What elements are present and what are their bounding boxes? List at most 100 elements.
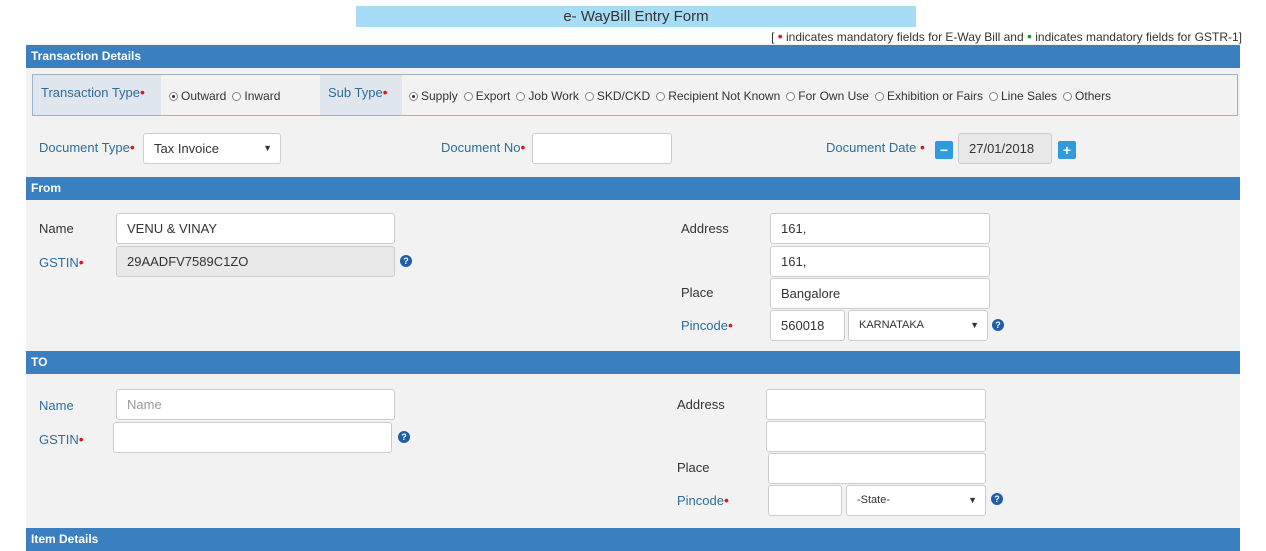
radio-line-sales[interactable]: Line Sales [989, 89, 1057, 103]
from-place-input[interactable]: Bangalore [770, 278, 990, 309]
radio-unchecked-icon[interactable] [516, 91, 526, 101]
radio-unchecked-icon[interactable] [874, 91, 884, 101]
document-no-label: Document No [441, 140, 521, 155]
radio-unchecked-icon[interactable] [232, 91, 242, 101]
to-pincode-label-wrap: Pincode• [677, 492, 729, 508]
legend-red-text: indicates mandatory fields for E-Way Bil… [786, 30, 1024, 44]
document-type-select[interactable]: Tax Invoice ▼ [143, 133, 281, 164]
radio-unchecked-icon[interactable] [989, 91, 998, 101]
from-name-input[interactable]: VENU & VINAY [116, 213, 395, 244]
radio-outward-label: Outward [181, 89, 227, 103]
radio-export[interactable]: Export [463, 89, 511, 103]
to-place-input[interactable] [768, 453, 986, 484]
caret-down-icon: ▼ [263, 143, 272, 153]
radio-unchecked-icon[interactable] [1063, 91, 1073, 101]
document-date-input[interactable]: 27/01/2018 [958, 133, 1052, 164]
from-gstin-input[interactable]: 29AADFV7589C1ZO [116, 246, 395, 277]
to-name-input[interactable]: Name [116, 389, 395, 420]
mandatory-red-icon: • [129, 139, 135, 155]
section-item-details: Item Details [26, 528, 1240, 551]
to-address-line2-input[interactable] [766, 421, 986, 452]
radio-checked-icon[interactable] [169, 91, 178, 101]
legend-green-text: indicates mandatory fields for GSTR-1] [1035, 30, 1242, 44]
transaction-type-radios: Outward Inward [169, 89, 286, 103]
mandatory-red-icon: • [140, 84, 145, 100]
form-panel [26, 44, 1240, 551]
radio-skd-ckd[interactable]: SKD/CKD [584, 89, 651, 103]
to-state-select[interactable]: -State- ▼ [846, 485, 986, 516]
transaction-type-label: Transaction Type [41, 85, 140, 100]
document-date-label-wrap: Document Date • [826, 139, 925, 155]
section-transaction-details: Transaction Details [26, 45, 1240, 68]
section-from: From [26, 177, 1240, 200]
radio-supply-label: Supply [421, 89, 458, 103]
to-address-label: Address [677, 397, 725, 412]
radio-unchecked-icon[interactable] [656, 91, 666, 101]
radio-for-own-use[interactable]: For Own Use [786, 89, 869, 103]
from-pincode-label-wrap: Pincode• [681, 317, 733, 333]
radio-line-sales-label: Line Sales [1001, 89, 1058, 103]
radio-export-label: Export [475, 89, 511, 103]
mandatory-red-icon: • [78, 254, 84, 270]
radio-supply[interactable]: Supply [409, 89, 458, 103]
mandatory-red-icon: • [919, 139, 925, 155]
from-gstin-label-wrap: GSTIN• [39, 254, 84, 270]
to-gstin-input[interactable] [113, 422, 392, 453]
radio-others[interactable]: Others [1063, 89, 1111, 103]
sub-type-radios: Supply Export Job Work SKD/CKD Recipient… [409, 89, 1117, 103]
to-gstin-label-wrap: GSTIN• [39, 431, 84, 447]
form-title: e- WayBill Entry Form [356, 6, 916, 27]
mandatory-red-icon: • [78, 431, 84, 447]
date-decrement-button[interactable]: − [935, 141, 953, 159]
from-pincode-input[interactable]: 560018 [770, 310, 845, 341]
red-dot-icon: • [777, 28, 783, 44]
document-date-label: Document Date [826, 140, 917, 155]
to-address-line1-input[interactable] [766, 389, 986, 420]
mandatory-red-icon: • [723, 492, 729, 508]
help-icon[interactable]: ? [400, 255, 412, 267]
to-place-label: Place [677, 460, 710, 475]
radio-exhibition-or-fairs[interactable]: Exhibition or Fairs [874, 89, 983, 103]
mandatory-legend: [ • indicates mandatory fields for E-Way… [771, 28, 1242, 44]
radio-job-work[interactable]: Job Work [516, 89, 579, 103]
radio-others-label: Others [1075, 89, 1112, 103]
from-address-line2-input[interactable]: 161, [770, 246, 990, 277]
sub-type-label: Sub Type [328, 85, 383, 100]
from-state-select[interactable]: KARNATAKA ▼ [848, 310, 988, 341]
transaction-type-box: Transaction Type• Outward Inward Sub Typ… [32, 74, 1238, 116]
help-icon[interactable]: ? [398, 431, 410, 443]
transaction-type-label-cell: Transaction Type• [33, 75, 161, 115]
sub-type-label-cell: Sub Type• [320, 75, 402, 115]
radio-checked-icon[interactable] [409, 91, 418, 101]
from-pincode-label: Pincode [681, 318, 728, 333]
to-pincode-input[interactable] [768, 485, 842, 516]
document-type-label-wrap: Document Type• [39, 139, 135, 155]
document-no-label-wrap: Document No• [441, 139, 525, 155]
from-place-label: Place [681, 285, 714, 300]
radio-recipient-not-known[interactable]: Recipient Not Known [656, 89, 780, 103]
from-address-label: Address [681, 221, 729, 236]
radio-inward[interactable]: Inward [232, 89, 280, 103]
radio-outward[interactable]: Outward [169, 89, 226, 103]
from-address-line1-input[interactable]: 161, [770, 213, 990, 244]
from-state-value: KARNATAKA [859, 319, 924, 331]
radio-skd-ckd-label: SKD/CKD [596, 89, 651, 103]
to-name-label: Name [39, 398, 74, 413]
radio-unchecked-icon[interactable] [463, 91, 473, 101]
to-state-value: -State- [857, 494, 891, 506]
green-dot-icon: • [1027, 28, 1032, 44]
section-to: TO [26, 351, 1240, 374]
radio-recipient-not-known-label: Recipient Not Known [668, 89, 781, 103]
mandatory-red-icon: • [382, 84, 388, 100]
radio-unchecked-icon[interactable] [584, 91, 594, 101]
caret-down-icon: ▼ [970, 320, 979, 330]
help-icon[interactable]: ? [991, 493, 1003, 505]
help-icon[interactable]: ? [992, 319, 1004, 331]
document-no-input[interactable] [532, 133, 672, 164]
document-type-label: Document Type [39, 140, 130, 155]
caret-down-icon: ▼ [968, 495, 977, 505]
date-increment-button[interactable]: + [1058, 141, 1076, 159]
to-pincode-label: Pincode [677, 493, 724, 508]
mandatory-red-icon: • [727, 317, 733, 333]
radio-unchecked-icon[interactable] [786, 91, 796, 101]
